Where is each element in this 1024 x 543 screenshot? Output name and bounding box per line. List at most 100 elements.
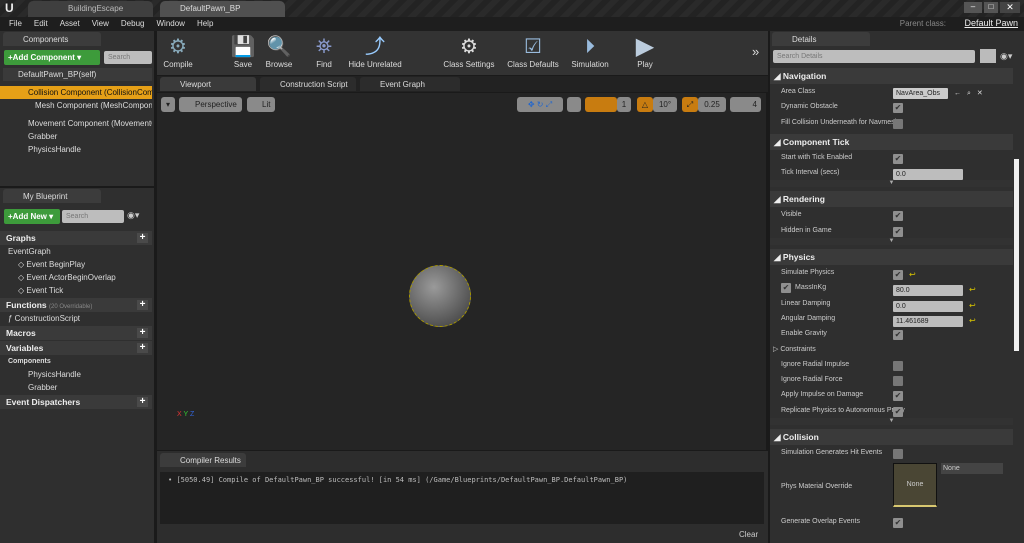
clear-icon[interactable]: ✕ [977, 90, 983, 97]
compile-button[interactable]: ⚙ Compile [160, 34, 196, 69]
construction-script-item[interactable]: ƒ ConstructionScript [0, 312, 152, 325]
checkbox[interactable]: ✔ [893, 518, 903, 529]
asset-combo[interactable]: None [941, 463, 1003, 475]
minimize-button[interactable]: – [964, 2, 982, 13]
save-button[interactable]: 💾 Save [230, 34, 256, 69]
tab-construction-script[interactable]: Construction Script [260, 77, 356, 91]
viewport[interactable]: X Y Z [157, 93, 766, 450]
section-header-physics[interactable]: ◢ Physics [770, 249, 1013, 266]
reset-to-default-icon[interactable]: ↩ [969, 285, 976, 294]
add-graph-button[interactable]: + [137, 233, 148, 243]
camera-speed-button[interactable]: 4 [730, 97, 761, 112]
property-matrix-button[interactable] [980, 49, 996, 63]
scale-snap-value[interactable]: 0.25 [698, 97, 726, 112]
number-input[interactable]: 0.0 [893, 169, 963, 181]
find-button[interactable]: ⛯ Find [310, 34, 338, 69]
menu-file[interactable]: File [3, 17, 28, 31]
hide-unrelated-button[interactable]: ⤴ Hide Unrelated [346, 34, 404, 69]
menu-edit[interactable]: Edit [28, 17, 54, 31]
maximize-button[interactable]: □ [984, 2, 998, 13]
checkbox[interactable]: ✔ [893, 153, 903, 164]
graphs-section[interactable]: Graphs + [0, 231, 152, 245]
add-macro-button[interactable]: + [137, 328, 148, 338]
menu-help[interactable]: Help [191, 17, 219, 31]
browse-button[interactable]: 🔍 Browse [262, 34, 296, 69]
rotation-snap-toggle[interactable]: △ [637, 97, 653, 112]
menu-window[interactable]: Window [150, 17, 190, 31]
close-button[interactable]: ✕ [1000, 2, 1020, 13]
menu-view[interactable]: View [86, 17, 115, 31]
advanced-expander[interactable]: ▼ [770, 180, 1013, 188]
perspective-button[interactable]: Perspective [179, 97, 242, 112]
checkbox[interactable]: ✔ [893, 226, 903, 237]
visibility-eye-icon[interactable]: ◉▾ [1000, 51, 1012, 62]
simulation-button[interactable]: ⏵ Simulation [568, 34, 612, 69]
class-settings-button[interactable]: ⚙ Class Settings [440, 34, 498, 69]
my-blueprint-search-input[interactable]: Search [62, 210, 124, 223]
play-button[interactable]: ▶ Play [628, 34, 662, 70]
advanced-expander[interactable]: ▼ [770, 238, 1013, 246]
checkbox[interactable]: ✔ [893, 376, 903, 387]
tree-item-movement-component[interactable]: Movement Component (MovementComponent) [0, 117, 152, 130]
add-function-button[interactable]: + [137, 300, 148, 310]
reset-to-default-icon[interactable]: ↩ [969, 316, 976, 325]
compiler-results-tab[interactable]: Compiler Results [160, 453, 246, 467]
components-tab[interactable]: Components [3, 32, 101, 46]
add-variable-button[interactable]: + [137, 343, 148, 353]
checkbox[interactable]: ✔ [893, 270, 903, 281]
clear-button[interactable]: Clear [739, 530, 758, 539]
parent-class-link[interactable]: Default Pawn [964, 18, 1018, 28]
add-dispatcher-button[interactable]: + [137, 397, 148, 407]
checkbox[interactable]: ✔ [893, 391, 903, 402]
property-row[interactable]: ▷ Constraints [770, 342, 1013, 357]
use-selected-icon[interactable]: ← [954, 90, 961, 97]
components-search-input[interactable]: Search [104, 51, 152, 64]
section-header-navigation[interactable]: ◢ Navigation [770, 68, 1013, 84]
checkbox[interactable]: ✔ [893, 449, 903, 460]
components-category[interactable]: Components [0, 355, 152, 368]
event-item[interactable]: ◇ Event ActorBeginOverlap [0, 271, 152, 284]
advanced-expander[interactable]: ▼ [770, 418, 1013, 426]
surface-snap-button[interactable] [567, 97, 581, 112]
visibility-eye-icon[interactable]: ◉▾ [127, 210, 139, 221]
toolbar-overflow-icon[interactable]: » [752, 44, 759, 59]
details-scrollbar[interactable] [1014, 159, 1019, 351]
checkbox[interactable]: ✔ [893, 360, 903, 371]
reset-to-default-icon[interactable]: ↩ [909, 270, 916, 279]
my-blueprint-tab[interactable]: My Blueprint [3, 189, 101, 203]
viewport-options-button[interactable]: ▾ [161, 97, 175, 112]
window-tab-default-pawn[interactable]: DefaultPawn_BP [160, 1, 285, 17]
transform-tools[interactable]: ✥ ↻ ⤢ [517, 97, 563, 112]
mass-override-checkbox[interactable]: ✔ [781, 282, 791, 293]
checkbox[interactable]: ✔ [893, 211, 903, 222]
menu-asset[interactable]: Asset [54, 17, 86, 31]
variable-item[interactable]: PhysicsHandle [0, 368, 152, 381]
grid-snap-value[interactable]: 1 [617, 97, 631, 112]
tree-item-mesh-component[interactable]: Mesh Component (MeshComponent) [0, 99, 152, 112]
window-tab-building-escape[interactable]: BuildingEscape [28, 1, 153, 17]
event-graph-item[interactable]: EventGraph [0, 245, 152, 258]
functions-section[interactable]: Functions (20 Overridable) + [0, 298, 152, 312]
rotation-snap-value[interactable]: 10° [653, 97, 677, 112]
area-class-combo[interactable]: NavArea_Obs [893, 88, 948, 99]
tree-item-physics-handle[interactable]: PhysicsHandle [0, 143, 152, 156]
scale-snap-toggle[interactable]: ⤢ [682, 97, 698, 112]
add-new-button[interactable]: +Add New ▾ [4, 209, 60, 224]
grid-snap-toggle[interactable] [585, 97, 617, 112]
class-defaults-button[interactable]: ☑ Class Defaults [505, 34, 561, 69]
tree-item-grabber[interactable]: Grabber [0, 130, 152, 143]
section-header-component-tick[interactable]: ◢ Component Tick [770, 133, 1013, 150]
event-item[interactable]: ◇ Event BeginPlay [0, 258, 152, 271]
lit-button[interactable]: Lit [247, 97, 275, 112]
browse-icon[interactable]: ⌕ [967, 90, 971, 97]
tab-event-graph[interactable]: Event Graph [360, 77, 460, 91]
variables-section[interactable]: Variables + [0, 341, 152, 355]
event-dispatchers-section[interactable]: Event Dispatchers + [0, 395, 152, 409]
checkbox[interactable]: ✔ [893, 406, 903, 417]
event-item[interactable]: ◇ Event Tick [0, 284, 152, 297]
reset-to-default-icon[interactable]: ↩ [969, 301, 976, 310]
add-component-button[interactable]: +Add Component ▾ [4, 50, 100, 65]
macros-section[interactable]: Macros + [0, 326, 152, 340]
checkbox[interactable]: ✔ [893, 118, 903, 129]
self-row[interactable]: DefaultPawn_BP(self) [3, 68, 152, 81]
